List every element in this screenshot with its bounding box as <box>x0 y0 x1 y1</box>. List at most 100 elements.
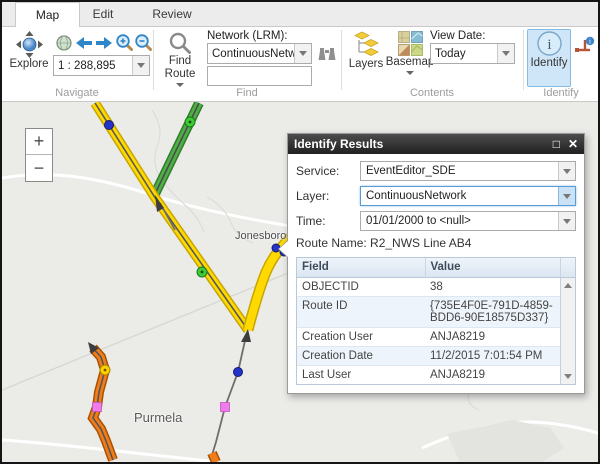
scroll-down-icon[interactable] <box>561 370 575 383</box>
layer-label: Layer: <box>296 189 360 203</box>
route-name-row: Route Name: R2_NWS Line AB4 <box>296 236 576 250</box>
marker-pink-square[interactable] <box>93 403 102 412</box>
route-green[interactable] <box>154 103 199 196</box>
find-route-magnifier-icon <box>168 31 192 55</box>
table-row[interactable]: Last User ANJA8219 <box>297 365 575 384</box>
attribute-table: Field Value OBJECTID 38 Route ID <box>296 257 576 385</box>
value-column-header[interactable]: Value <box>425 258 560 277</box>
identify-button[interactable]: i Identify <box>527 29 571 87</box>
network-combobox[interactable]: ContinuousNetwork <box>207 43 312 64</box>
ribbon-toolbar: Explore <box>2 27 598 102</box>
svg-text:i: i <box>547 37 551 53</box>
group-separator <box>153 30 154 90</box>
navigate-group-label: Navigate <box>2 87 152 99</box>
chevron-down-icon <box>137 63 145 68</box>
identify-results-panel: Identify Results □ ✕ Service: EventEdito… <box>287 133 585 394</box>
map-canvas[interactable]: Jonesboro Purmela + − Identify Results □… <box>2 102 598 462</box>
service-combobox[interactable]: EventEditor_SDE <box>360 161 576 181</box>
layer-dropdown-button[interactable] <box>558 187 575 205</box>
maximize-icon[interactable]: □ <box>553 134 560 154</box>
tab-review[interactable]: Review <box>140 2 204 27</box>
search-route-button[interactable] <box>316 44 338 63</box>
table-row[interactable]: Creation User ANJA8219 <box>297 327 575 346</box>
marker-blue-dot[interactable] <box>105 121 114 130</box>
basemap-railroad <box>2 255 332 390</box>
group-separator <box>341 30 342 90</box>
full-extent-button[interactable] <box>54 33 73 52</box>
binoculars-icon <box>317 46 337 62</box>
chevron-down-icon <box>406 71 414 75</box>
table-row[interactable]: OBJECTID 38 <box>297 277 575 296</box>
marker-pink-square[interactable] <box>221 403 230 412</box>
chevron-down-icon <box>502 51 510 56</box>
back-arrow-icon <box>75 36 93 50</box>
previous-extent-button[interactable] <box>74 33 93 52</box>
route-name-value: R2_NWS Line AB4 <box>370 236 471 250</box>
field-column-header[interactable]: Field <box>297 258 425 277</box>
forward-arrow-icon <box>95 36 113 50</box>
map-zoom-out-button[interactable]: − <box>26 155 52 181</box>
chevron-down-icon <box>563 169 571 174</box>
service-dropdown-button[interactable] <box>558 162 575 180</box>
time-combobox[interactable]: 01/01/2000 to <null> <box>360 211 576 231</box>
layers-icon <box>352 31 380 58</box>
route-input[interactable] <box>207 66 312 86</box>
network-dropdown-button[interactable] <box>294 44 311 63</box>
explore-button[interactable]: Explore <box>6 30 52 84</box>
identify-icon: i <box>536 30 563 57</box>
chevron-down-icon <box>563 194 571 199</box>
service-label: Service: <box>296 164 360 178</box>
zoom-in-magnifier-icon <box>115 33 133 51</box>
next-extent-button[interactable] <box>94 33 113 52</box>
network-lrm-label: Network (LRM): <box>207 30 288 42</box>
marker-green-dot[interactable] <box>185 117 195 127</box>
table-scrollbar[interactable] <box>560 278 575 384</box>
marker-yellow-dot[interactable] <box>100 365 110 375</box>
chevron-down-icon <box>299 51 307 56</box>
chevron-down-icon <box>563 219 571 224</box>
contents-group-label: Contents <box>342 87 522 99</box>
route-orange[interactable] <box>88 342 113 460</box>
basemap-icon <box>398 31 423 56</box>
close-icon[interactable]: ✕ <box>568 134 578 154</box>
zoom-out-magnifier-icon <box>134 33 152 51</box>
view-date-label: View Date: <box>430 30 485 42</box>
identify-group-label: Identify <box>524 87 598 99</box>
marker-blue-dot[interactable] <box>234 368 243 377</box>
basemap-creek <box>152 110 204 232</box>
route-yellow[interactable] <box>95 103 248 330</box>
view-date-combobox[interactable]: Today <box>430 43 515 64</box>
route-gray[interactable] <box>212 329 251 462</box>
layer-combobox[interactable]: ContinuousNetwork <box>360 186 576 206</box>
map-label-purmela: Purmela <box>134 410 182 425</box>
marker-green-dot[interactable] <box>197 267 207 277</box>
ribbon-tabbar: Map Edit Review <box>2 2 598 27</box>
svg-text:i: i <box>589 38 591 46</box>
scale-combobox[interactable]: 1 : 288,895 <box>53 55 150 76</box>
tab-map[interactable]: Map <box>15 2 80 28</box>
map-zoom-control: + − <box>25 128 53 182</box>
tab-edit[interactable]: Edit <box>78 2 128 27</box>
map-zoom-in-button[interactable]: + <box>26 129 52 155</box>
table-row[interactable]: Route ID {735E4F0E-791D-4859-BDD6-90E185… <box>297 296 575 327</box>
table-header-row: Field Value <box>297 258 575 277</box>
zoom-out-tool-button[interactable] <box>133 32 152 51</box>
globe-icon <box>56 35 72 51</box>
time-dropdown-button[interactable] <box>558 212 575 230</box>
scale-dropdown-button[interactable] <box>132 56 149 75</box>
zoom-in-tool-button[interactable] <box>114 32 133 51</box>
view-date-dropdown-button[interactable] <box>497 44 514 63</box>
basemap-area <box>447 420 564 462</box>
identify-results-titlebar[interactable]: Identify Results □ ✕ <box>288 134 584 154</box>
find-group-label: Find <box>154 87 340 99</box>
layers-button[interactable]: Layers <box>346 30 386 86</box>
identify-route-icon: i <box>574 36 595 56</box>
table-row[interactable]: Creation Date 11/2/2015 7:01:54 PM <box>297 346 575 365</box>
identify-results-title: Identify Results <box>294 137 545 151</box>
app-window: Map Edit Review Explore <box>0 0 600 464</box>
scroll-up-icon[interactable] <box>561 279 575 292</box>
explore-icon <box>16 31 43 58</box>
group-separator <box>523 30 524 90</box>
identify-route-button[interactable]: i <box>573 35 595 57</box>
time-label: Time: <box>296 214 360 228</box>
